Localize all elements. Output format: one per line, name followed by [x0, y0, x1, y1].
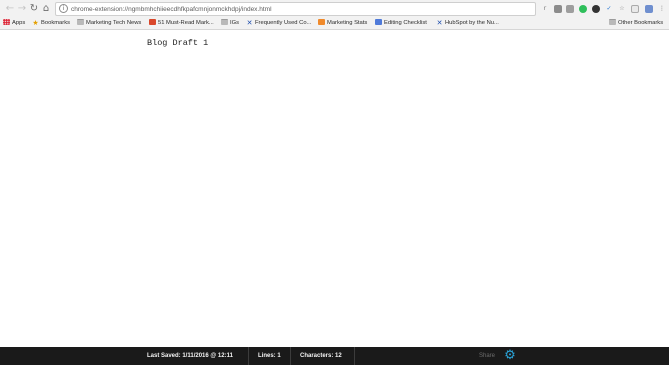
line-count: Lines: 1 — [258, 353, 281, 359]
x-icon: ✕ — [436, 19, 443, 27]
bookmark-igs[interactable]: IGs — [221, 18, 239, 28]
divider — [248, 347, 249, 365]
url-text: chrome-extension://ngmbmhchiieecdhfkpafc… — [71, 6, 272, 13]
extension-circle-icon[interactable] — [592, 5, 600, 13]
extension-book-icon[interactable] — [645, 5, 653, 13]
star-icon: ★ — [32, 19, 39, 27]
character-count: Characters: 12 — [300, 353, 342, 359]
bookmark-star-icon[interactable]: ☆ — [618, 5, 626, 13]
gear-icon[interactable]: ⚙ — [503, 349, 517, 363]
status-bar: Last Saved: 1/11/2016 @ 12:11 Lines: 1 C… — [0, 347, 669, 365]
folder-icon — [77, 19, 84, 25]
bookmark-marketing-stats[interactable]: Marketing Stats — [318, 18, 367, 28]
info-icon[interactable]: i — [59, 4, 68, 13]
apps-grid-icon — [3, 19, 10, 25]
doc-icon — [375, 19, 382, 25]
extension-v-icon[interactable]: ✓ — [605, 5, 613, 13]
menu-dots-icon[interactable]: ⋮ — [658, 5, 666, 13]
writing-area[interactable]: Blog Draft 1 — [0, 30, 669, 347]
browser-toolbar: ← → ↻ ⌂ i chrome-extension://ngmbmhchiie… — [0, 0, 669, 18]
bookmark-bookmarks[interactable]: ★ Bookmarks — [32, 18, 70, 28]
orange-icon — [318, 19, 325, 25]
divider — [354, 347, 355, 365]
last-saved-status: Last Saved: 1/11/2016 @ 12:11 — [147, 353, 233, 359]
bookmark-51-must-read[interactable]: 51 Must-Read Mark... — [149, 18, 214, 28]
extension-chat-icon[interactable] — [554, 5, 562, 13]
red-square-icon — [149, 19, 156, 25]
bookmark-frequently-used[interactable]: ✕ Frequently Used Co... — [246, 18, 312, 28]
divider — [290, 347, 291, 365]
forward-arrow-icon[interactable]: → — [16, 3, 28, 15]
share-link[interactable]: Share — [479, 347, 495, 365]
address-bar[interactable]: i chrome-extension://ngmbmhchiieecdhfkpa… — [55, 2, 536, 16]
extension-page-icon[interactable] — [631, 5, 639, 13]
browser-chrome: ← → ↻ ⌂ i chrome-extension://ngmbmhchiie… — [0, 0, 669, 30]
bookmark-editing-checklist[interactable]: Editing Checklist — [375, 18, 427, 28]
bookmark-marketing-tech-news[interactable]: Marketing Tech News — [77, 18, 141, 28]
home-icon[interactable]: ⌂ — [40, 3, 52, 15]
document-text[interactable]: Blog Draft 1 — [147, 38, 208, 48]
folder-icon — [221, 19, 228, 25]
grammarly-icon[interactable] — [579, 5, 587, 13]
bookmark-hubspot[interactable]: ✕ HubSpot by the Nu... — [436, 18, 499, 28]
back-arrow-icon[interactable]: ← — [4, 3, 16, 15]
bookmarks-bar: Apps ★ Bookmarks Marketing Tech News 51 M… — [0, 17, 669, 29]
bookmark-other-bookmarks[interactable]: Other Bookmarks — [609, 18, 663, 28]
extension-square-icon[interactable] — [566, 5, 574, 13]
folder-icon — [609, 19, 616, 25]
reload-icon[interactable]: ↻ — [28, 3, 40, 15]
bookmark-apps[interactable]: Apps — [3, 18, 25, 28]
extension-r-icon[interactable]: r — [541, 5, 549, 13]
x-icon: ✕ — [246, 19, 253, 27]
